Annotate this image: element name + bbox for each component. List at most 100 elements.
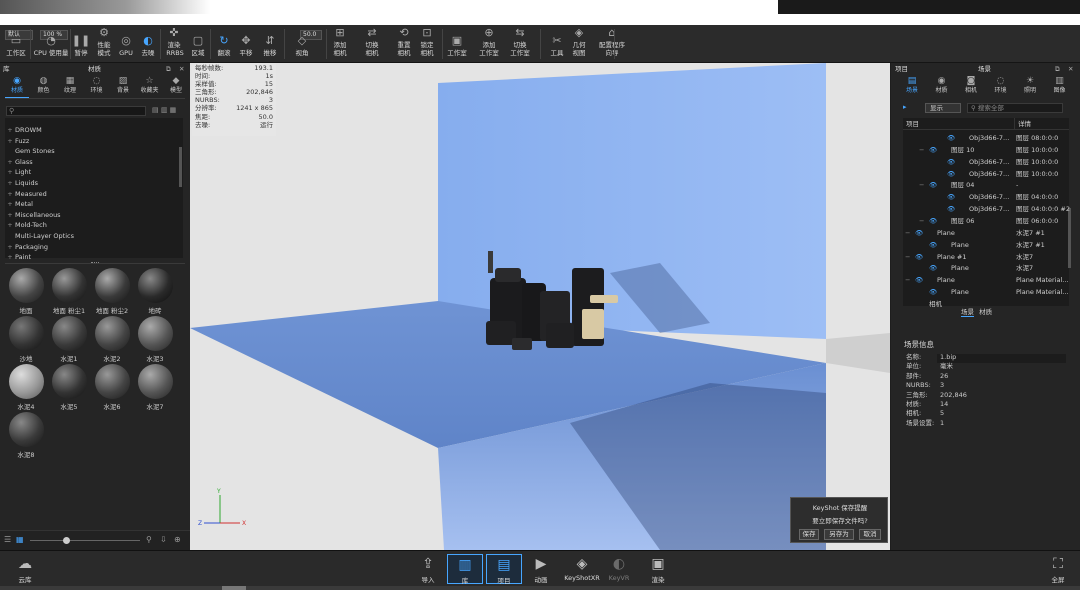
visibility-icon[interactable]: 👁 <box>947 204 955 216</box>
material-thumbnail[interactable]: 沙地 <box>7 316 45 363</box>
scene-tree-row[interactable]: 👁 Obj3d66-7... 图层 10:0:0:0 <box>905 169 1070 181</box>
visibility-icon[interactable]: 👁 <box>929 287 937 299</box>
view-angle-button[interactable]: ◇ 视角 <box>290 27 314 61</box>
visibility-icon[interactable]: 👁 <box>929 216 937 228</box>
scene-tree-row[interactable]: − 👁 图层 10 图层 10:0:0:0 <box>905 145 1070 157</box>
expand-toggle[interactable]: + <box>5 252 15 263</box>
expand-toggle[interactable]: + <box>5 199 15 210</box>
tree-item[interactable]: Gem Stones <box>5 146 180 157</box>
scene-tree-row[interactable]: 👁 Plane 水泥7 <box>905 263 1070 275</box>
pause-button[interactable]: ❚❚ 暂停 <box>72 27 90 61</box>
tab-texture[interactable]: ▦ 纹理 <box>58 75 82 97</box>
visibility-icon[interactable]: 👁 <box>929 240 937 252</box>
slider-thumb[interactable] <box>63 537 70 544</box>
tree-item[interactable]: + Packaging <box>5 242 180 253</box>
filter-select[interactable]: 显示 <box>925 103 961 113</box>
scene-tree-row[interactable]: 👁 Obj3d66-7... 图层 10:0:0:0 <box>905 157 1070 169</box>
expand-toggle[interactable]: + <box>5 210 15 221</box>
search-icon[interactable]: ⚲ <box>146 535 152 544</box>
tree-item[interactable]: Multi-Layer Optics <box>5 231 180 242</box>
tab-backplate[interactable]: ▨ 背景 <box>111 75 135 97</box>
workspace-button[interactable]: ▭ 工作区 <box>4 27 28 61</box>
material-thumbnail[interactable]: 地面 粉尘2 <box>93 268 131 315</box>
expand-toggle[interactable]: + <box>5 157 15 168</box>
tab-material[interactable]: ◉ 材质 <box>5 75 29 98</box>
project-tab[interactable]: 项目 <box>895 64 908 74</box>
material-thumbnail[interactable]: 水泥3 <box>136 316 174 363</box>
tree-item[interactable]: + Measured <box>5 189 180 200</box>
studio-button[interactable]: ▣ 工作室 <box>444 27 470 61</box>
expand-toggle[interactable]: + <box>5 189 15 200</box>
scene-tree-row[interactable]: 👁 Plane Plane Material... <box>905 287 1070 299</box>
cancel-button[interactable]: 取消 <box>859 529 881 540</box>
undock-icon[interactable]: ⧉ <box>1055 64 1060 74</box>
visibility-icon[interactable]: 👁 <box>929 145 937 157</box>
scene-tree-row[interactable]: 相机 <box>905 299 1070 311</box>
tree-item[interactable]: + Light <box>5 167 180 178</box>
scene-tree-row[interactable]: 👁 Obj3d66-7... 图层 04:0:0:0 #2 <box>905 204 1070 216</box>
save-button[interactable]: 保存 <box>799 529 819 540</box>
library-button[interactable]: ▥ 库 <box>447 554 483 585</box>
gpu-button[interactable]: ◎ GPU <box>118 27 134 61</box>
render-viewport[interactable]: Y X Z <box>190 63 890 550</box>
material-thumbnail[interactable]: 水泥1 <box>50 316 88 363</box>
denoise-button[interactable]: ◐ 去噪 <box>139 27 157 61</box>
material-thumbnail[interactable]: 水泥6 <box>93 364 131 411</box>
tab-color[interactable]: ◍ 颜色 <box>32 75 56 97</box>
tab-lighting[interactable]: ☀ 照明 <box>1017 75 1043 97</box>
expand-toggle[interactable]: + <box>5 242 15 253</box>
tree-item[interactable]: + Metal <box>5 199 180 210</box>
tab-material[interactable]: ◉ 材质 <box>929 75 955 97</box>
expand-toggle[interactable]: − <box>919 180 924 192</box>
list-view-icon[interactable]: ☰ <box>4 535 11 544</box>
reset-camera-button[interactable]: ⟲ 重置 相机 <box>392 27 416 61</box>
download-icon[interactable]: ⇩ <box>160 535 167 544</box>
tab-scene[interactable]: ▤ 场景 <box>899 75 925 97</box>
grid-view-icon[interactable]: ▦ <box>16 535 24 544</box>
add-camera-button[interactable]: ⊞ 添加 相机 <box>328 27 352 61</box>
visibility-icon[interactable]: 👁 <box>947 192 955 204</box>
scene-tree-row[interactable]: − 👁 Plane #1 水泥7 <box>905 252 1070 264</box>
visibility-icon[interactable]: 👁 <box>915 252 923 264</box>
tab-camera[interactable]: ◙ 相机 <box>958 75 984 97</box>
tab-environment[interactable]: ◌ 环境 <box>988 75 1014 97</box>
visibility-icon[interactable]: 👁 <box>929 180 937 192</box>
scene-tree-row[interactable]: 👁 Plane 水泥7 #1 <box>905 240 1070 252</box>
material-thumbnail[interactable]: 地面 <box>7 268 45 315</box>
undock-icon[interactable]: ⧉ <box>166 64 171 74</box>
visibility-icon[interactable]: 👁 <box>915 228 923 240</box>
material-thumbnail[interactable]: 地砖 <box>136 268 174 315</box>
animation-button[interactable]: ▶ 动画 <box>523 554 559 584</box>
material-thumbnail[interactable]: 水泥4 <box>7 364 45 411</box>
thumbnail-size-slider[interactable] <box>30 540 140 541</box>
expand-toggle[interactable]: + <box>5 125 15 136</box>
switch-camera-button[interactable]: ⇄ 切换 相机 <box>358 27 386 61</box>
close-icon[interactable]: ✕ <box>179 64 184 74</box>
material-thumbnail[interactable]: 地面 粉尘1 <box>50 268 88 315</box>
save-as-button[interactable]: 另存为 <box>824 529 854 540</box>
expand-toggle[interactable]: + <box>5 136 15 147</box>
tree-item[interactable]: + Miscellaneous <box>5 210 180 221</box>
fullscreen-button[interactable]: ⛶ 全屏 <box>1040 554 1076 584</box>
pan-button[interactable]: ✥ 平移 <box>236 27 256 61</box>
expand-toggle[interactable]: + <box>5 167 15 178</box>
expand-toggle[interactable]: − <box>905 228 910 240</box>
visibility-icon[interactable]: 👁 <box>947 133 955 145</box>
filter-icon[interactable]: ▸ <box>903 103 907 111</box>
scene-tree-row[interactable]: − 👁 图层 06 图层 06:0:0:0 <box>905 216 1070 228</box>
expand-toggle[interactable]: − <box>905 275 910 287</box>
scene-tree-row[interactable]: − 👁 Plane 水泥7 #1 <box>905 228 1070 240</box>
region-button[interactable]: ▢ 区域 <box>188 27 208 61</box>
scene-tree-row[interactable]: − 👁 图层 04 - <box>905 180 1070 192</box>
expand-toggle[interactable]: + <box>5 220 15 231</box>
tree-item[interactable]: + Fuzz <box>5 136 180 147</box>
tab-image[interactable]: ▥ 图像 <box>1047 75 1073 97</box>
tumble-button[interactable]: ↻ 翻滚 <box>214 27 234 61</box>
project-button[interactable]: ▤ 项目 <box>486 554 522 585</box>
expand-toggle[interactable]: + <box>5 178 15 189</box>
scene-tree-row[interactable]: 👁 Obj3d66-7... 图层 04:0:0:0 <box>905 192 1070 204</box>
render-button[interactable]: ▣ 渲染 <box>640 554 676 584</box>
expand-toggle[interactable]: − <box>919 216 924 228</box>
configurator-button[interactable]: ⌂ 配置程序 向导 <box>592 27 632 61</box>
material-thumbnail[interactable]: 水泥7 <box>136 364 174 411</box>
